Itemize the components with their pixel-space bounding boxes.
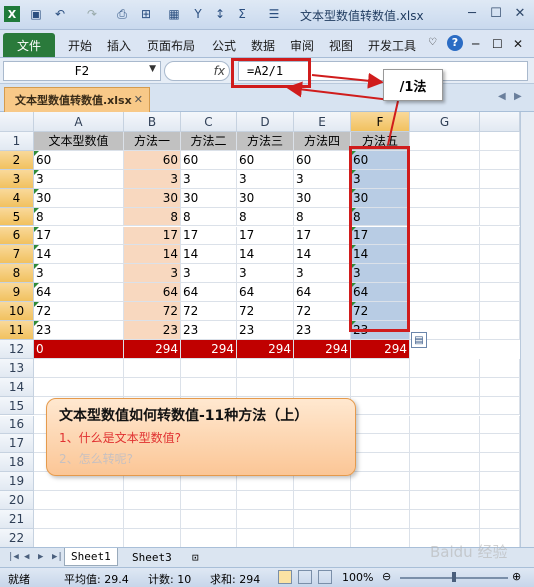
paste-options-icon[interactable]: ▤ xyxy=(411,332,427,348)
new-sheet-icon[interactable]: ⊡ xyxy=(186,548,205,566)
status-sum: 求和: 294 xyxy=(210,573,261,586)
info-box: 文本型数值如何转数值-11种方法（上） 1、什么是文本型数值? 2、怎么转呢? xyxy=(46,398,356,476)
zoom-slider-thumb[interactable] xyxy=(452,572,456,582)
status-count: 计数: 10 xyxy=(148,573,192,586)
watermark: Baidu 经验 xyxy=(430,543,508,561)
page-break-view-icon[interactable] xyxy=(318,570,332,584)
info-line-1: 1、什么是文本型数值? xyxy=(59,431,182,445)
arrow-to-column xyxy=(387,100,399,146)
sheet-tab-sheet3[interactable]: Sheet3 xyxy=(126,548,178,566)
zoom-in-icon[interactable]: ⊕ xyxy=(512,570,521,583)
zoom-out-icon[interactable]: ⊖ xyxy=(382,570,391,583)
method-callout: /1法 xyxy=(383,69,443,101)
zoom-level[interactable]: 100% xyxy=(342,571,373,584)
arrow-to-callout xyxy=(311,72,384,89)
status-ready: 就绪 xyxy=(8,573,30,586)
annotation-arrows xyxy=(286,72,399,146)
arrow-to-formula xyxy=(286,81,391,101)
status-bar: 就绪 平均值: 29.4 计数: 10 求和: 294 100% ⊖ ⊕ xyxy=(0,567,534,587)
info-line-2: 2、怎么转呢? xyxy=(59,452,134,466)
info-title: 文本型数值如何转数值-11种方法（上） xyxy=(59,408,309,424)
page-layout-view-icon[interactable] xyxy=(298,570,312,584)
status-average: 平均值: 29.4 xyxy=(64,573,129,586)
sheet-tab-sheet1[interactable]: Sheet1 xyxy=(64,548,118,566)
normal-view-icon[interactable] xyxy=(278,570,292,584)
